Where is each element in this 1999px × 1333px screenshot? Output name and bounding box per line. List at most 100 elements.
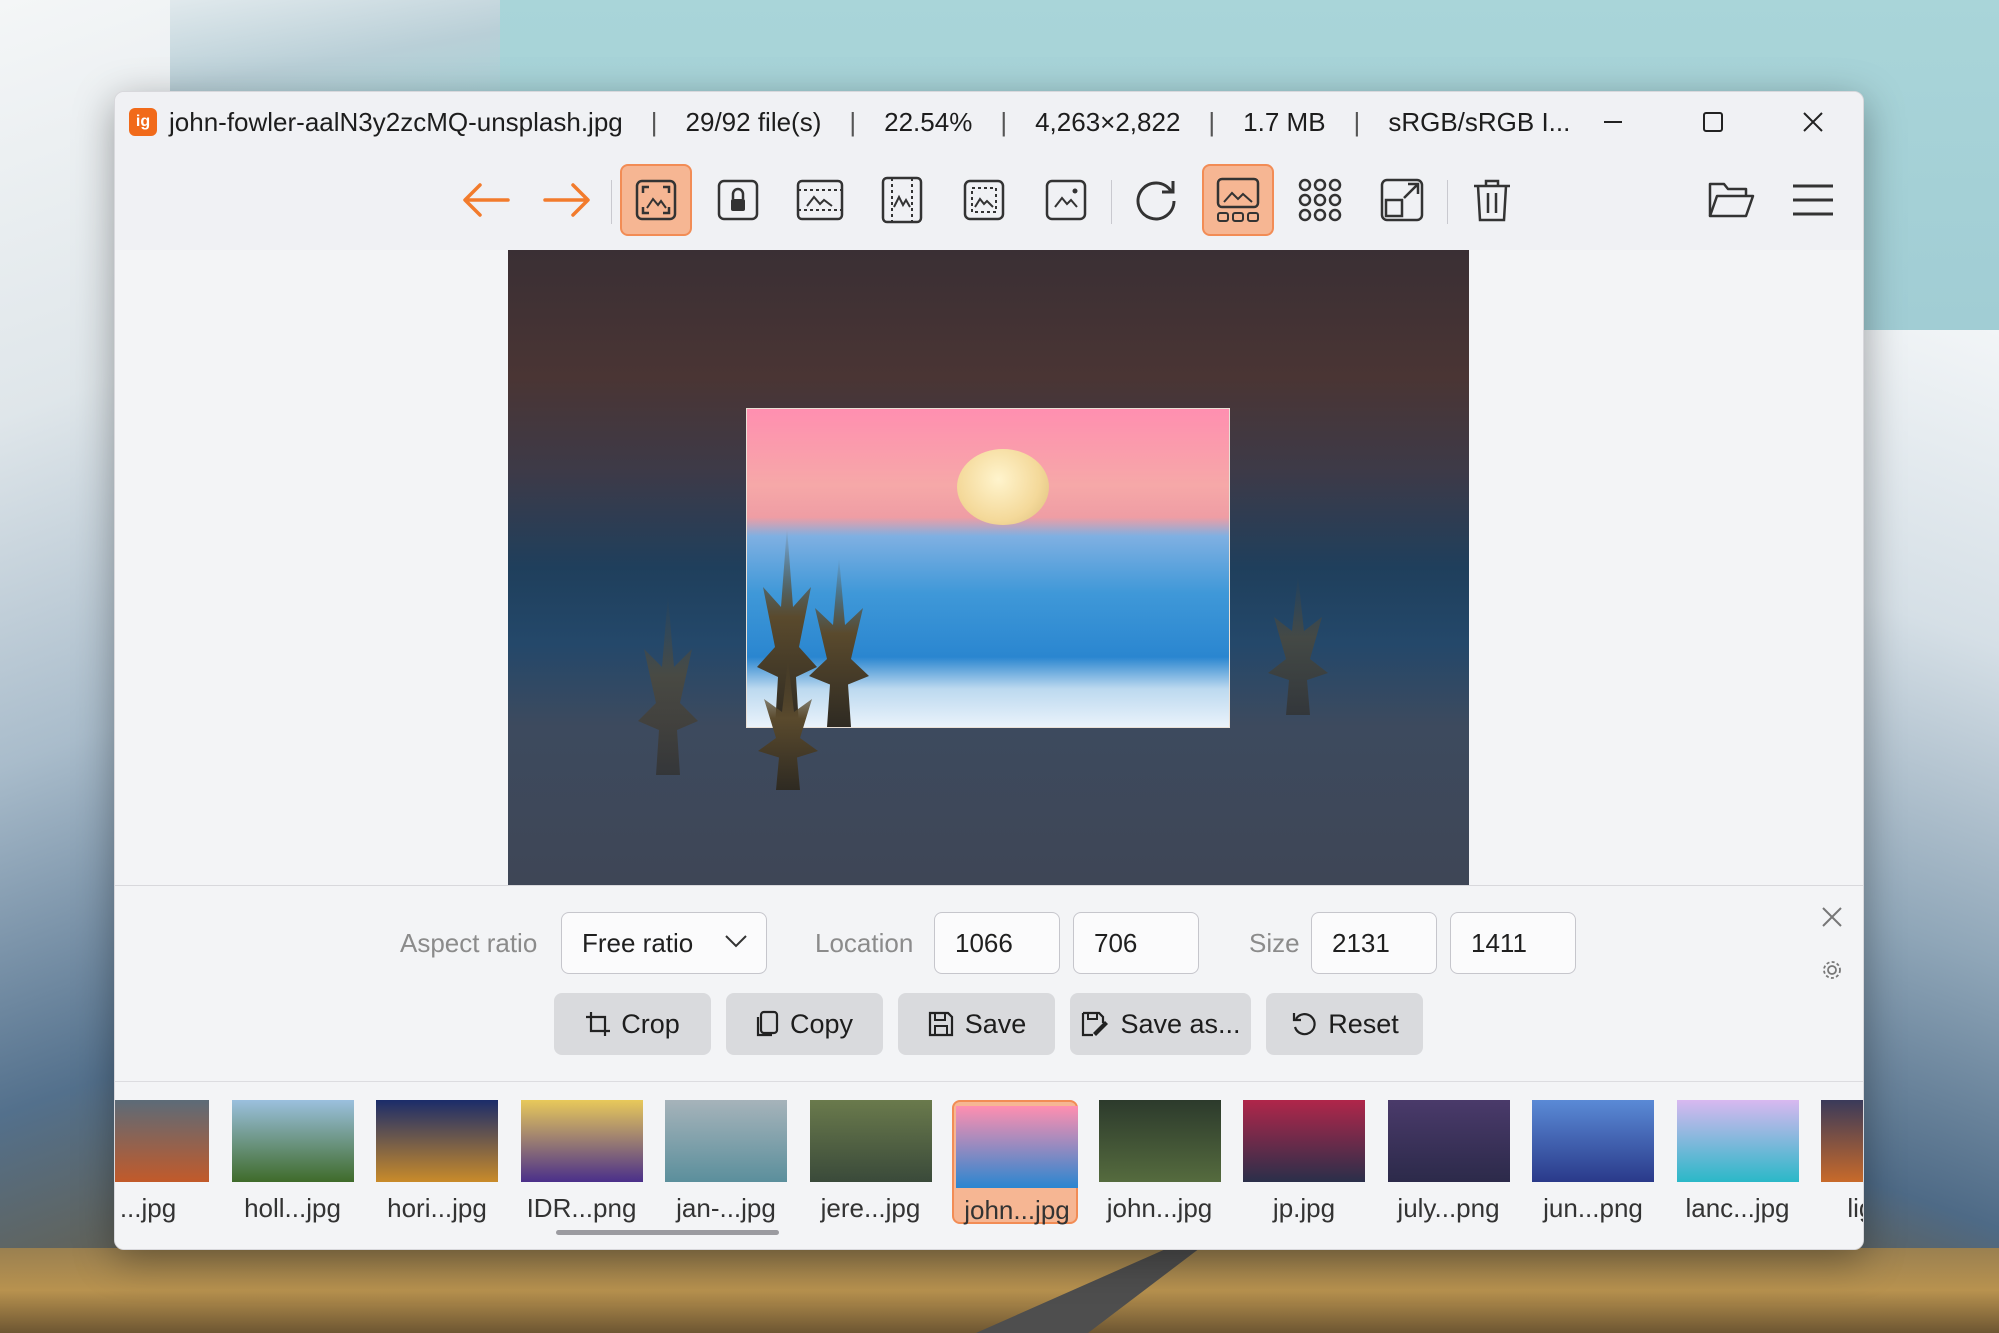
fullscreen-button[interactable] [1366, 164, 1438, 236]
gallery-thumbnail[interactable]: jp.jpg [1241, 1100, 1367, 1224]
scale-to-fit-button[interactable] [948, 164, 1020, 236]
grid-view-button[interactable] [1284, 164, 1356, 236]
crop-settings-button[interactable] [1821, 959, 1843, 986]
aspect-ratio-value: Free ratio [582, 927, 694, 958]
photo-plant [1268, 575, 1328, 715]
toolbar-divider [1447, 180, 1448, 224]
wallpaper-valley [0, 1248, 1999, 1333]
gallery-thumbnail[interactable]: jere...jpg [808, 1100, 934, 1224]
title-separator: | [1208, 106, 1216, 137]
arrow-left-icon [463, 183, 510, 217]
next-image-button[interactable] [531, 164, 603, 236]
minimize-icon [1604, 121, 1622, 123]
gallery-thumbnail[interactable]: lanc...jpg [1675, 1100, 1801, 1224]
scale-to-height-button[interactable] [866, 164, 938, 236]
location-y-field[interactable]: 706 [1073, 912, 1199, 974]
gallery-thumbnail[interactable]: ...jpg [115, 1100, 211, 1224]
save-button[interactable]: Save [898, 993, 1055, 1055]
gallery-scrollbar[interactable] [556, 1230, 779, 1235]
undo-icon [1293, 1013, 1316, 1036]
thumbnail-caption: hori...jpg [387, 1193, 487, 1223]
location-x-field[interactable]: 1066 [934, 912, 1060, 974]
open-file-button[interactable] [1695, 164, 1767, 236]
rotate-button[interactable] [1120, 164, 1192, 236]
maximize-button[interactable] [1663, 92, 1763, 152]
thumbnail-caption: jun...png [1543, 1193, 1643, 1223]
copy-icon [756, 1010, 779, 1037]
app-logo-icon: ig [129, 108, 157, 136]
file-index: 29/92 file(s) [685, 106, 822, 137]
thumbnail-caption: july...png [1397, 1193, 1500, 1223]
thumbnail-caption: jere...jpg [820, 1193, 921, 1223]
thumbnail-caption: holl...jpg [244, 1193, 341, 1223]
thumbnail-image [1821, 1100, 1863, 1182]
title-separator: | [849, 106, 857, 137]
photo-canvas[interactable] [508, 250, 1469, 885]
scale-to-width-button[interactable] [784, 164, 856, 236]
size-width-field[interactable]: 2131 [1311, 912, 1437, 974]
gallery-view-icon [1216, 177, 1260, 222]
auto-zoom-button[interactable] [620, 164, 692, 236]
crop-selection[interactable] [746, 408, 1230, 728]
scale-to-fit-icon [963, 179, 1005, 221]
delete-button[interactable] [1456, 164, 1528, 236]
gallery-view-button[interactable] [1202, 164, 1274, 236]
open-folder-icon [1708, 182, 1755, 218]
main-menu-button[interactable] [1777, 164, 1849, 236]
photo-moon [957, 449, 1049, 525]
save-as-button-label: Save as... [1120, 1008, 1241, 1039]
thumbnail-image [1243, 1100, 1365, 1182]
gallery-thumbnail[interactable]: jun...png [1530, 1100, 1656, 1224]
aspect-ratio-dropdown[interactable]: Free ratio [561, 912, 767, 974]
reset-button[interactable]: Reset [1266, 993, 1423, 1055]
title-bar[interactable]: ig john-fowler-aalN3y2zcMQ-unsplash.jpg … [115, 92, 1863, 152]
thumbnail-image [376, 1100, 498, 1182]
trash-icon [1474, 179, 1510, 222]
wallpaper-mountain-right [1849, 330, 1999, 1333]
gallery-thumbnail[interactable]: jan-...jpg [663, 1100, 789, 1224]
gear-icon [1823, 961, 1841, 979]
color-profile: sRGB/sRGB I... [1388, 106, 1571, 137]
gallery-thumbnail[interactable]: john...jpg [952, 1100, 1078, 1225]
gallery-thumbnail[interactable]: holl...jpg [230, 1100, 356, 1224]
grid-view-icon [1298, 178, 1342, 222]
thumbnail-image [115, 1100, 209, 1182]
gallery-thumbnail[interactable]: IDR...png [519, 1100, 645, 1224]
image-viewer[interactable] [115, 250, 1863, 885]
copy-button[interactable]: Copy [726, 993, 883, 1055]
save-icon [928, 1011, 953, 1037]
auto-zoom-icon [635, 179, 677, 221]
thumbnail-image [665, 1100, 787, 1182]
size-height-field[interactable]: 1411 [1450, 912, 1576, 974]
thumbnail-image [1098, 1100, 1221, 1182]
thumbnail-caption: john...jpg [964, 1195, 1070, 1225]
minimize-button[interactable] [1563, 92, 1663, 152]
toolbar-divider [1111, 180, 1112, 224]
thumbnail-caption: jan-...jpg [676, 1193, 776, 1223]
thumbnail-gallery[interactable]: ...jpg holl...jpg hori...jpg IDR...png jan-.… [115, 1081, 1863, 1249]
previous-image-button[interactable] [450, 164, 522, 236]
thumbnail-image [1532, 1100, 1654, 1182]
photo-plant [809, 557, 869, 727]
thumbnail-caption: light... [1847, 1193, 1863, 1223]
size-label: Size [1249, 928, 1300, 958]
fullscreen-icon [1380, 178, 1424, 222]
close-crop-panel-button[interactable] [1821, 906, 1843, 933]
crop-icon [586, 1012, 611, 1036]
gallery-thumbnail[interactable]: hori...jpg [374, 1100, 500, 1224]
original-size-button[interactable] [1030, 164, 1102, 236]
save-as-icon [1082, 1011, 1109, 1037]
lock-zoom-button[interactable] [702, 164, 774, 236]
crop-button[interactable]: Crop [554, 993, 711, 1055]
arrow-right-icon [543, 183, 590, 217]
close-button[interactable] [1763, 92, 1863, 152]
gallery-thumbnail[interactable]: july...png [1386, 1100, 1512, 1224]
menu-icon [1793, 184, 1833, 216]
aspect-ratio-label: Aspect ratio [400, 928, 538, 958]
gallery-thumbnail[interactable]: john...jpg [1097, 1100, 1223, 1224]
gallery-thumbnail[interactable]: light... [1819, 1100, 1863, 1224]
file-name: john-fowler-aalN3y2zcMQ-unsplash.jpg [169, 106, 623, 137]
thumbnail-image [1676, 1100, 1799, 1182]
save-as-button[interactable]: Save as... [1070, 993, 1251, 1055]
maximize-icon [1703, 112, 1723, 132]
